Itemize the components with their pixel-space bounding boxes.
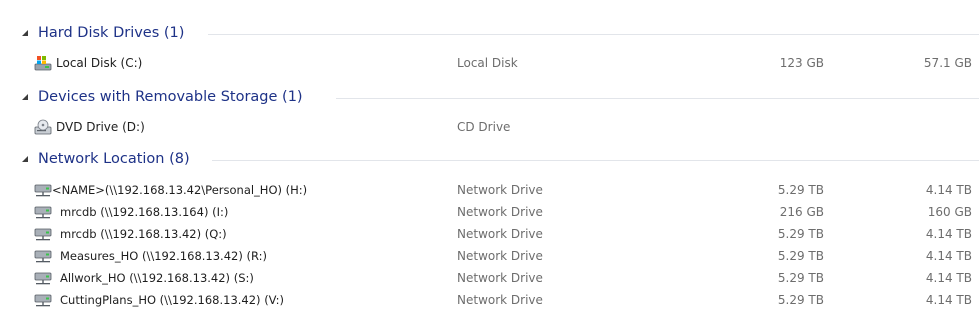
- drive-total-size: 5.29 TB: [777, 249, 824, 263]
- network-drive-icon: [34, 270, 52, 286]
- drive-type: Network Drive: [457, 249, 543, 263]
- drive-name: Allwork_HO (\\192.168.13.42) (S:): [60, 271, 254, 285]
- drive-name: CuttingPlans_HO (\\192.168.13.42) (V:): [60, 293, 284, 307]
- collapse-triangle-icon[interactable]: [22, 156, 28, 162]
- drive-type: Local Disk: [457, 56, 518, 70]
- drive-name: mrcdb (\\192.168.13.164) (I:): [60, 205, 229, 219]
- drive-row-network-i[interactable]: mrcdb (\\192.168.13.164) (I:) Network Dr…: [0, 203, 979, 221]
- drive-name: DVD Drive (D:): [56, 120, 145, 134]
- drive-row-network-v[interactable]: CuttingPlans_HO (\\192.168.13.42) (V:) N…: [0, 291, 979, 309]
- group-header-removable-storage[interactable]: Devices with Removable Storage (1): [0, 88, 979, 108]
- group-divider: [208, 34, 979, 35]
- drive-free-space: 4.14 TB: [925, 227, 972, 241]
- drive-total-size: 5.29 TB: [777, 271, 824, 285]
- group-divider: [336, 98, 979, 99]
- drive-free-space: 4.14 TB: [925, 271, 972, 285]
- drive-row-dvd-drive-d[interactable]: DVD Drive (D:) CD Drive: [0, 118, 979, 136]
- drive-row-network-r[interactable]: Measures_HO (\\192.168.13.42) (R:) Netwo…: [0, 247, 979, 265]
- network-drive-icon: [34, 182, 52, 198]
- drive-free-space: 4.14 TB: [925, 293, 972, 307]
- drive-name: mrcdb (\\192.168.13.42) (Q:): [60, 227, 227, 241]
- drive-total-size: 123 GB: [779, 56, 824, 70]
- drive-row-network-s[interactable]: Allwork_HO (\\192.168.13.42) (S:) Networ…: [0, 269, 979, 287]
- collapse-triangle-icon[interactable]: [22, 94, 28, 100]
- group-divider: [212, 160, 979, 161]
- group-title: Network Location (8): [38, 151, 198, 167]
- drive-total-size: 5.29 TB: [777, 227, 824, 241]
- drive-type: Network Drive: [457, 293, 543, 307]
- collapse-triangle-icon[interactable]: [22, 30, 28, 36]
- group-title: Devices with Removable Storage (1): [38, 89, 311, 105]
- drive-type: Network Drive: [457, 183, 543, 197]
- group-title: Hard Disk Drives (1): [38, 25, 193, 41]
- drive-total-size: 5.29 TB: [777, 293, 824, 307]
- drive-free-space: 4.14 TB: [925, 249, 972, 263]
- drive-name: <NAME>(\\192.168.13.42\Personal_HO) (H:): [52, 183, 308, 197]
- drive-type: CD Drive: [457, 120, 511, 134]
- drive-free-space: 57.1 GB: [923, 56, 972, 70]
- drive-total-size: 216 GB: [779, 205, 824, 219]
- drive-name: Measures_HO (\\192.168.13.42) (R:): [60, 249, 267, 263]
- network-drive-icon: [34, 226, 52, 242]
- drive-row-network-h[interactable]: <NAME>(\\192.168.13.42\Personal_HO) (H:)…: [0, 181, 979, 199]
- network-drive-icon: [34, 292, 52, 308]
- network-drive-icon: [34, 248, 52, 264]
- drive-total-size: 5.29 TB: [777, 183, 824, 197]
- drive-type: Network Drive: [457, 271, 543, 285]
- drive-row-network-q[interactable]: mrcdb (\\192.168.13.42) (Q:) Network Dri…: [0, 225, 979, 243]
- drive-type: Network Drive: [457, 227, 543, 241]
- drive-name: Local Disk (C:): [56, 56, 143, 70]
- drive-type: Network Drive: [457, 205, 543, 219]
- drive-row-local-disk-c[interactable]: Local Disk (C:) Local Disk 123 GB 57.1 G…: [0, 54, 979, 72]
- group-header-network-location[interactable]: Network Location (8): [0, 150, 979, 170]
- drive-free-space: 4.14 TB: [925, 183, 972, 197]
- drive-free-space: 160 GB: [927, 205, 972, 219]
- dvd-drive-icon: [34, 119, 52, 135]
- network-drive-icon: [34, 204, 52, 220]
- local-disk-icon: [34, 55, 52, 71]
- group-header-hard-disk-drives[interactable]: Hard Disk Drives (1): [0, 24, 979, 44]
